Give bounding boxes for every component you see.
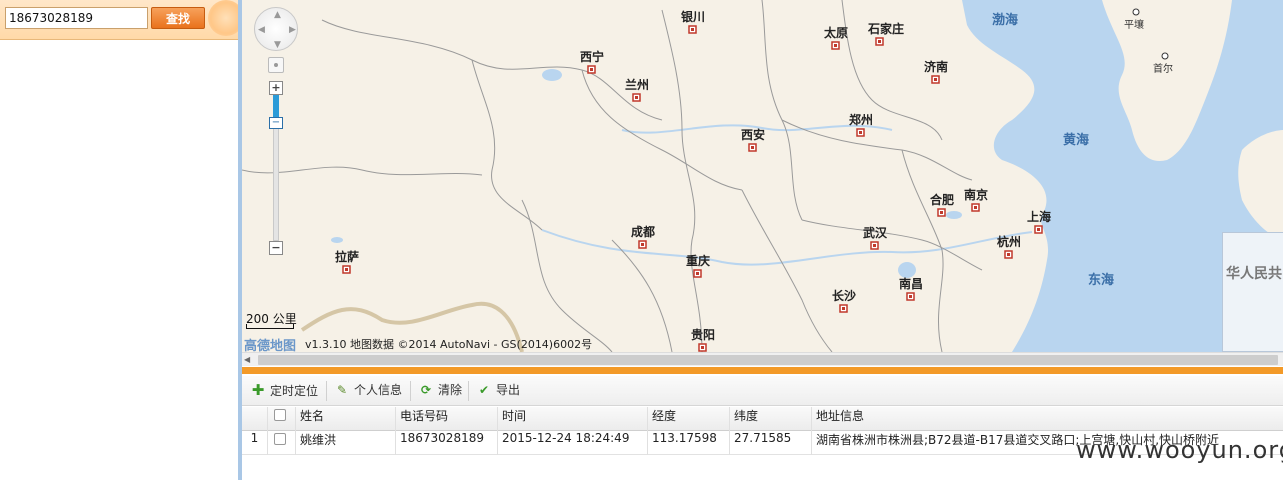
- zoom-out-button[interactable]: −: [269, 241, 283, 255]
- grid-header-row: 姓名 电话号码 时间 经度 纬度 地址信息: [242, 407, 1283, 431]
- city-layer: 银川太原 石家庄西宁兰州 济南西安 郑州合肥 南京上海成都 武汉杭州拉萨 重庆长沙 南昌贵阳 渤…: [335, 8, 1173, 352]
- header-latitude[interactable]: 纬度: [730, 407, 812, 431]
- search-bar: 查找: [0, 0, 244, 40]
- zoom-in-button[interactable]: +: [269, 81, 283, 95]
- city-label: 南昌: [899, 276, 923, 291]
- city-label: 济南: [924, 59, 948, 74]
- export-label: 导出: [496, 383, 521, 397]
- header-address[interactable]: 地址信息: [812, 407, 1283, 431]
- city-marker[interactable]: 合肥: [930, 192, 954, 217]
- city-label: 拉萨: [335, 249, 359, 264]
- city-marker[interactable]: 长沙: [832, 288, 856, 313]
- city-marker[interactable]: 武汉: [863, 225, 888, 250]
- city-marker[interactable]: 兰州: [625, 77, 649, 102]
- map-overview[interactable]: 华人民共: [1222, 232, 1283, 352]
- map-scale-bar: [246, 324, 294, 329]
- city-marker[interactable]: 贵阳: [691, 327, 715, 352]
- city-label: 上海: [1027, 209, 1051, 224]
- city-marker[interactable]: 济南: [924, 59, 948, 84]
- city-label: 合肥: [930, 192, 954, 207]
- row-index: 1: [242, 431, 268, 455]
- city-label: 成都: [631, 224, 655, 239]
- search-button[interactable]: 查找: [151, 7, 205, 29]
- watermark: www.wooyun.org: [1076, 436, 1283, 464]
- city-label: 石家庄: [867, 21, 904, 36]
- pencil-icon: ✎: [336, 383, 348, 397]
- city-label: 兰州: [625, 77, 649, 92]
- header-phone[interactable]: 电话号码: [396, 407, 498, 431]
- foreign-city-marker: [1161, 52, 1169, 60]
- city-marker[interactable]: 南昌: [899, 276, 923, 301]
- city-marker[interactable]: 西安: [741, 127, 765, 152]
- city-label: 西安: [741, 127, 765, 142]
- panel-divider: [242, 367, 1283, 374]
- city-marker[interactable]: 郑州: [849, 112, 873, 137]
- city-label: 杭州: [997, 234, 1021, 249]
- city-label: 郑州: [849, 112, 873, 127]
- city-label: 银川: [681, 9, 705, 24]
- map-logo: 高德地图: [244, 339, 297, 352]
- row-checkbox[interactable]: [274, 432, 286, 445]
- row-phone: 18673028189: [396, 431, 498, 455]
- locate-button[interactable]: ✚ 定时定位: [250, 381, 318, 401]
- left-panel: 查找: [0, 0, 244, 480]
- clear-label: 清除: [438, 383, 463, 397]
- city-label: 武汉: [863, 225, 888, 240]
- city-label: 西宁: [580, 49, 604, 64]
- row-name: 姚维洪: [296, 431, 396, 455]
- scroll-thumb[interactable]: [258, 355, 1278, 365]
- scroll-left-arrow[interactable]: ◀: [244, 355, 254, 365]
- header-time[interactable]: 时间: [498, 407, 648, 431]
- city-marker[interactable]: 上海: [1027, 209, 1051, 234]
- city-marker[interactable]: 西宁: [580, 49, 604, 74]
- header-index-cell: [242, 407, 268, 431]
- map-horizontal-scrollbar[interactable]: ◀: [242, 352, 1283, 366]
- header-longitude[interactable]: 经度: [648, 407, 730, 431]
- row-time: 2015-12-24 18:24:49: [498, 431, 648, 455]
- city-marker[interactable]: 成都: [631, 224, 655, 249]
- city-marker[interactable]: 南京: [964, 187, 988, 212]
- select-all-checkbox[interactable]: [274, 408, 286, 421]
- map-copyright: v1.3.10 地图数据 ©2014 AutoNavi - GS(2014)60…: [305, 338, 593, 351]
- city-label: 贵阳: [691, 327, 715, 342]
- map-view[interactable]: 银川太原 石家庄西宁兰州 济南西安 郑州合肥 南京上海成都 武汉杭州拉萨 重庆长沙 南昌贵阳 渤…: [242, 0, 1283, 352]
- personal-info-label: 个人信息: [354, 383, 403, 397]
- toolbar: ✚ 定时定位 ✎ 个人信息 ⟳ 清除 ✔ 导出: [242, 376, 1283, 406]
- overview-text: 华人民共: [1226, 266, 1282, 282]
- map-pan-control[interactable]: ▲ ▼ ◀ ▶: [254, 7, 298, 51]
- locate-label: 定时定位: [270, 384, 319, 398]
- city-label: 南京: [964, 187, 988, 202]
- city-label: 重庆: [686, 253, 710, 268]
- sea-label: 黄海: [1063, 132, 1089, 148]
- row-longitude: 113.17598: [648, 431, 730, 455]
- foreign-city-label: 首尔: [1153, 62, 1173, 75]
- check-icon: ✔: [478, 383, 490, 397]
- sea-label: 东海: [1088, 272, 1114, 288]
- city-marker[interactable]: 拉萨: [335, 249, 359, 274]
- export-button[interactable]: ✔ 导出: [476, 381, 520, 401]
- header-name[interactable]: 姓名: [296, 407, 396, 431]
- city-marker[interactable]: 银川: [681, 9, 705, 34]
- refresh-icon: ⟳: [420, 383, 432, 397]
- personal-info-button[interactable]: ✎ 个人信息: [334, 381, 402, 401]
- foreign-city-marker: [1132, 8, 1140, 16]
- city-label: 太原: [824, 25, 848, 40]
- city-marker[interactable]: 太原: [824, 25, 848, 50]
- header-checkbox-cell[interactable]: [268, 407, 296, 431]
- city-marker[interactable]: 重庆: [686, 253, 710, 278]
- city-marker[interactable]: 杭州: [997, 234, 1021, 259]
- phone-search-input[interactable]: [5, 7, 148, 29]
- add-icon: ✚: [251, 381, 265, 399]
- row-checkbox-cell[interactable]: [268, 431, 296, 455]
- zoom-slider-fill: [273, 95, 279, 117]
- clear-button[interactable]: ⟳ 清除: [418, 381, 462, 401]
- city-label: 长沙: [832, 288, 856, 303]
- sea-label: 渤海: [992, 12, 1018, 28]
- zoom-slider-thumb[interactable]: −: [269, 116, 283, 129]
- foreign-city-label: 平壤: [1124, 18, 1144, 31]
- city-marker[interactable]: 石家庄: [867, 21, 904, 46]
- map-reset-button[interactable]: [268, 57, 284, 73]
- row-latitude: 27.71585: [730, 431, 812, 455]
